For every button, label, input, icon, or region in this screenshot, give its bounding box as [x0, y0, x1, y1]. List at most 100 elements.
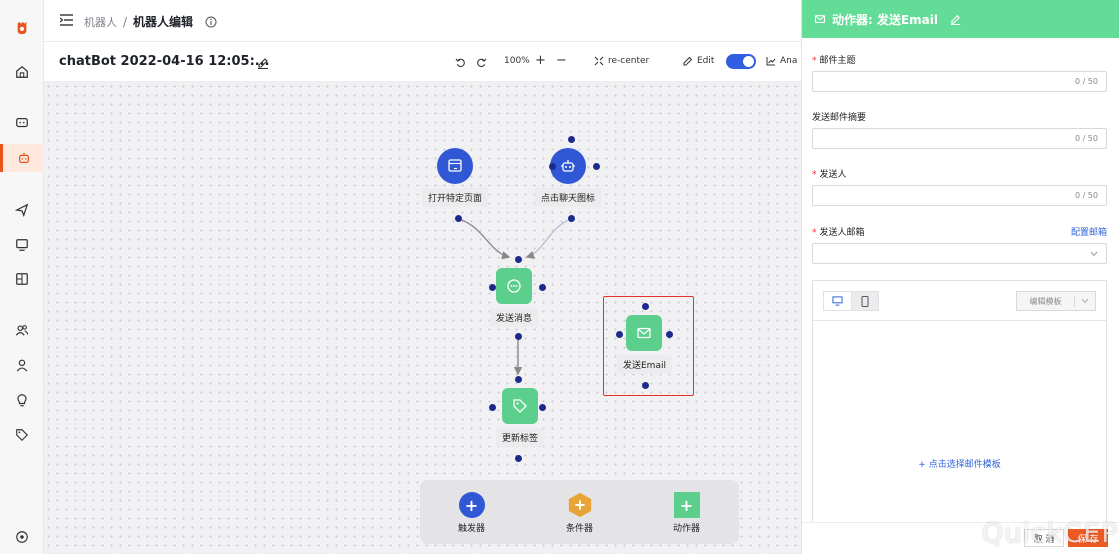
sender-email-label-row: * 发送人邮箱	[812, 225, 865, 238]
summary-label-row: 发送邮件摘要	[812, 110, 866, 123]
node-click-chat-icon[interactable]: 点击聊天图标	[535, 148, 602, 207]
edit-toggle[interactable]	[726, 54, 756, 69]
connector-handle[interactable]	[568, 136, 575, 143]
info-icon[interactable]	[205, 16, 217, 28]
node-label: 打开特定页面	[422, 188, 489, 207]
edge-open-page-to-send-message	[458, 218, 511, 260]
connector-handle[interactable]	[515, 256, 522, 263]
nav-layout[interactable]	[0, 265, 44, 293]
nav-tags[interactable]	[0, 421, 44, 449]
edit-template-button[interactable]: 编辑模板	[1016, 291, 1096, 311]
sender-label-row: * 发送人	[812, 167, 847, 180]
edit-label: Edit	[697, 56, 715, 66]
nav-home[interactable]	[0, 58, 44, 86]
sender-label: 发送人	[819, 170, 847, 180]
subject-input[interactable]: 0 / 50	[812, 71, 1107, 92]
nav-ideas[interactable]	[0, 386, 44, 414]
node-send-message[interactable]: 发送消息	[490, 268, 539, 327]
choose-template-link[interactable]: + 点击选择邮件模板	[813, 457, 1106, 470]
user-icon	[16, 359, 28, 372]
flow-canvas[interactable]: 打开特定页面 点击聊天图标 发送消息 更新标签 发送Email + 触发器 条件…	[44, 82, 801, 554]
char-counter: 0 / 50	[1074, 77, 1098, 86]
connector-handle[interactable]	[515, 376, 522, 383]
summary-input[interactable]: 0 / 50	[812, 128, 1107, 149]
desktop-icon	[832, 296, 843, 306]
nav-user[interactable]	[0, 351, 44, 379]
email-icon	[814, 15, 826, 23]
connector-handle[interactable]	[539, 404, 546, 411]
connector-handle[interactable]	[455, 215, 462, 222]
chevron-down-icon	[1090, 251, 1098, 257]
connector-handle[interactable]	[593, 163, 600, 170]
connector-handle[interactable]	[539, 284, 546, 291]
zoom-in-button[interactable]: +	[535, 53, 546, 68]
connector-handle[interactable]	[489, 284, 496, 291]
nav-chat[interactable]	[0, 109, 44, 137]
tag-icon	[513, 399, 527, 413]
nav-bot[interactable]	[0, 144, 44, 172]
connector-handle[interactable]	[515, 455, 522, 462]
message-bubble-icon	[507, 279, 521, 293]
palette-condition[interactable]: 条件器	[566, 492, 593, 534]
action-config-panel: 动作器: 发送Email * 邮件主题 0 / 50 发送邮件摘要 0 / 50 …	[801, 0, 1119, 554]
update-tag-action-icon-wrap	[502, 388, 538, 424]
bot-icon	[18, 152, 29, 163]
breadcrumb: 机器人 / 机器人编辑	[84, 13, 217, 30]
nav-users[interactable]	[0, 316, 44, 344]
connector-handle[interactable]	[489, 404, 496, 411]
chat-icon	[16, 118, 28, 128]
sender-email-label: 发送人邮箱	[819, 228, 865, 238]
editor-toolbar: 编辑模板	[813, 281, 1106, 321]
flow-toolbar: chatBot 2022-04-16 12:05:... 100% + − re…	[44, 42, 801, 82]
analytics-tab[interactable]: Ana	[766, 56, 797, 66]
send-message-action-icon-wrap	[496, 268, 532, 304]
edit-template-label: 编辑模板	[1017, 295, 1075, 307]
mobile-preview-button[interactable]	[851, 291, 879, 311]
node-label: 点击聊天图标	[535, 188, 602, 207]
nav-send[interactable]	[0, 196, 44, 224]
undo-icon[interactable]	[455, 57, 466, 68]
connector-handle[interactable]	[642, 303, 649, 310]
node-send-email[interactable]: 发送Email	[617, 315, 672, 374]
edit-mode-label-group: Edit	[683, 56, 714, 66]
zoom-out-button[interactable]: −	[556, 53, 567, 68]
pencil-icon	[683, 56, 693, 66]
edit-title-icon[interactable]	[950, 14, 961, 25]
toggle-knob	[743, 56, 754, 67]
node-palette: + 触发器 条件器 + 动作器	[420, 480, 739, 544]
breadcrumb-parent[interactable]: 机器人	[84, 14, 117, 30]
node-open-page[interactable]: 打开特定页面	[422, 148, 489, 207]
connector-handle[interactable]	[616, 331, 623, 338]
config-mailbox-link[interactable]: 配置邮箱	[1071, 225, 1107, 238]
connector-handle[interactable]	[549, 163, 556, 170]
node-update-tag[interactable]: 更新标签	[496, 388, 545, 447]
nav-settings[interactable]	[0, 523, 44, 551]
recenter-button[interactable]: re-center	[594, 56, 649, 66]
breadcrumb-separator: /	[123, 14, 128, 29]
send-icon	[15, 203, 29, 217]
node-label: 更新标签	[496, 428, 545, 447]
char-counter: 0 / 50	[1074, 134, 1098, 143]
palette-trigger[interactable]: + 触发器	[458, 492, 485, 534]
monitor-icon	[16, 239, 28, 251]
connector-handle[interactable]	[568, 215, 575, 222]
redo-icon[interactable]	[476, 57, 487, 68]
summary-label: 发送邮件摘要	[812, 113, 867, 123]
nav-monitor[interactable]	[0, 231, 44, 259]
connector-handle[interactable]	[515, 333, 522, 340]
recenter-icon	[594, 56, 604, 66]
connector-handle[interactable]	[642, 382, 649, 389]
palette-trigger-label: 触发器	[458, 524, 486, 534]
palette-action[interactable]: + 动作器	[673, 492, 700, 534]
edge-chat-icon-to-send-message	[525, 218, 572, 260]
connector-handle[interactable]	[666, 331, 673, 338]
menu-collapse-icon[interactable]	[60, 14, 73, 26]
email-template-editor: 编辑模板 + 点击选择邮件模板	[812, 280, 1107, 525]
sender-email-select[interactable]	[812, 243, 1107, 264]
sender-input[interactable]: 0 / 50	[812, 185, 1107, 206]
brand-logo[interactable]	[0, 14, 44, 42]
desktop-preview-button[interactable]	[823, 291, 851, 311]
chevron-down-icon	[1081, 298, 1089, 304]
edit-name-icon[interactable]	[257, 57, 269, 69]
send-email-action-icon-wrap	[626, 315, 663, 351]
